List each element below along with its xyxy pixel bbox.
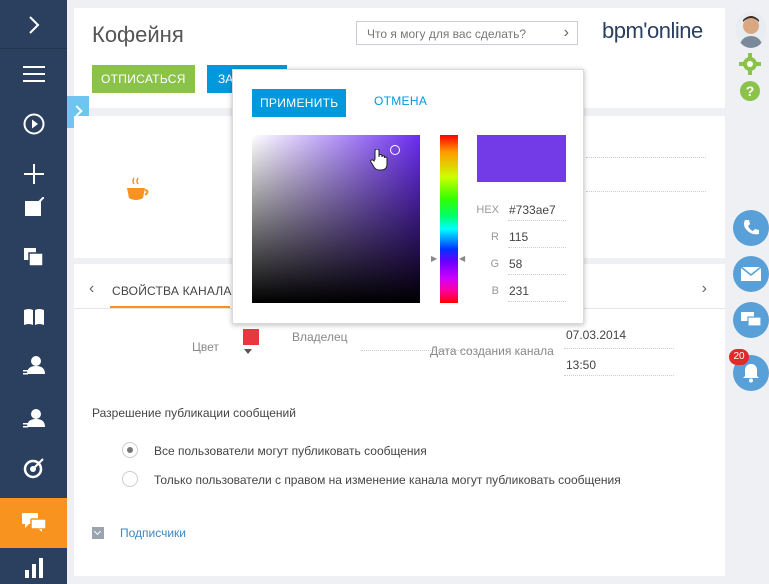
saturation-picker[interactable] xyxy=(252,135,420,303)
saturation-knob[interactable] xyxy=(390,145,400,155)
expand-nav-button[interactable] xyxy=(0,0,67,50)
chat-icon xyxy=(741,312,761,327)
feed-button[interactable] xyxy=(733,302,769,338)
field-underline xyxy=(586,191,706,193)
process-button[interactable] xyxy=(0,99,67,149)
coffee-cup-icon xyxy=(127,177,149,200)
color-picker-popup: ПРИМЕНИТЬ ОТМЕНА ▶ ◀ HEX #733ae7 R 115 G… xyxy=(232,69,584,324)
account-icon xyxy=(22,409,45,428)
radio-editors-only[interactable] xyxy=(122,471,138,487)
play-circle-icon xyxy=(23,113,44,135)
hex-input[interactable]: #733ae7 xyxy=(509,203,556,217)
owner-field-label: Владелец xyxy=(292,330,348,344)
field-underline xyxy=(508,247,566,248)
chat-icon xyxy=(21,513,46,532)
hue-slider[interactable] xyxy=(440,135,458,303)
nav-item-feed[interactable] xyxy=(0,498,67,548)
chevron-right-icon xyxy=(28,16,39,34)
notification-count-badge: 20 xyxy=(729,349,749,365)
svg-text:?: ? xyxy=(746,83,755,99)
chevron-down-icon[interactable] xyxy=(92,527,104,539)
color-preview xyxy=(477,135,566,182)
field-underline xyxy=(564,348,674,349)
hue-handle-right[interactable]: ◀ xyxy=(459,254,465,263)
hue-handle-left[interactable]: ▶ xyxy=(431,254,437,263)
field-underline xyxy=(564,375,674,376)
search-placeholder: Что я могу для вас сделать? xyxy=(367,27,527,41)
gear-icon[interactable] xyxy=(739,53,761,75)
nav-item-contacts[interactable] xyxy=(0,342,67,388)
bar-chart-icon xyxy=(24,558,43,578)
field-underline xyxy=(508,220,566,221)
avatar[interactable] xyxy=(736,12,766,48)
date-created-date[interactable]: 07.03.2014 xyxy=(566,328,626,342)
cancel-button[interactable]: ОТМЕНА xyxy=(374,94,427,108)
subscribers-section-toggle[interactable]: Подписчики xyxy=(120,526,186,540)
date-created-label: Дата создания канала xyxy=(430,344,554,358)
calendar-check-icon xyxy=(24,197,44,216)
command-search-input[interactable]: Что я могу для вас сделать? › xyxy=(356,21,578,45)
target-icon xyxy=(23,458,44,479)
email-button[interactable] xyxy=(733,256,769,292)
logo: bpm'online xyxy=(602,18,703,43)
nav-item-campaigns[interactable] xyxy=(0,445,67,491)
right-sidebar: ? xyxy=(731,0,769,584)
b-label: B xyxy=(491,285,499,297)
left-navigation xyxy=(0,0,67,584)
b-input[interactable]: 231 xyxy=(509,284,529,298)
caret-down-icon[interactable] xyxy=(244,349,252,354)
hand-cursor-icon xyxy=(370,149,388,171)
r-input[interactable]: 115 xyxy=(509,230,528,244)
r-label: R xyxy=(491,231,499,243)
nav-item-accounts[interactable] xyxy=(0,395,67,441)
field-underline xyxy=(508,274,566,275)
g-input[interactable]: 58 xyxy=(509,257,522,271)
nav-item-documents[interactable] xyxy=(0,234,67,280)
radio-editors-only-label[interactable]: Только пользователи с правом на изменени… xyxy=(154,473,621,487)
tabs-prev-button[interactable]: ‹ xyxy=(89,280,94,298)
radio-all-users-label[interactable]: Все пользователи могут публиковать сообщ… xyxy=(154,444,427,458)
tab-channel-properties[interactable]: СВОЙСТВА КАНАЛА xyxy=(112,284,232,298)
menu-button[interactable] xyxy=(0,49,67,99)
unsubscribe-button[interactable]: ОТПИСАТЬСЯ xyxy=(92,65,195,93)
book-icon xyxy=(23,309,44,325)
chevron-right-icon: › xyxy=(563,24,569,41)
permissions-heading: Разрешение публикации сообщений xyxy=(92,406,296,420)
user-photo-icon xyxy=(736,12,766,48)
apply-button[interactable]: ПРИМЕНИТЬ xyxy=(252,89,347,117)
tabs-next-button[interactable]: › xyxy=(702,280,707,298)
date-created-time[interactable]: 13:50 xyxy=(566,358,596,372)
hex-label: HEX xyxy=(476,204,499,216)
field-underline xyxy=(586,157,706,159)
envelope-icon xyxy=(741,267,761,281)
nav-item-activities[interactable] xyxy=(0,184,67,230)
contact-icon xyxy=(22,356,45,375)
phone-icon xyxy=(744,220,759,235)
hamburger-icon xyxy=(22,66,45,82)
phone-button[interactable] xyxy=(733,210,769,246)
g-label: G xyxy=(490,258,499,270)
plus-icon xyxy=(23,164,44,184)
color-field-label: Цвет xyxy=(192,340,219,354)
color-swatch[interactable] xyxy=(243,329,259,345)
radio-all-users[interactable] xyxy=(122,442,138,458)
help-icon[interactable]: ? xyxy=(739,80,761,102)
folders-icon xyxy=(23,248,44,267)
field-underline xyxy=(508,301,566,302)
page-title: Кофейня xyxy=(92,22,184,47)
nav-item-knowledge-base[interactable] xyxy=(0,294,67,340)
nav-item-analytics[interactable] xyxy=(0,552,67,584)
bell-icon xyxy=(743,364,759,383)
